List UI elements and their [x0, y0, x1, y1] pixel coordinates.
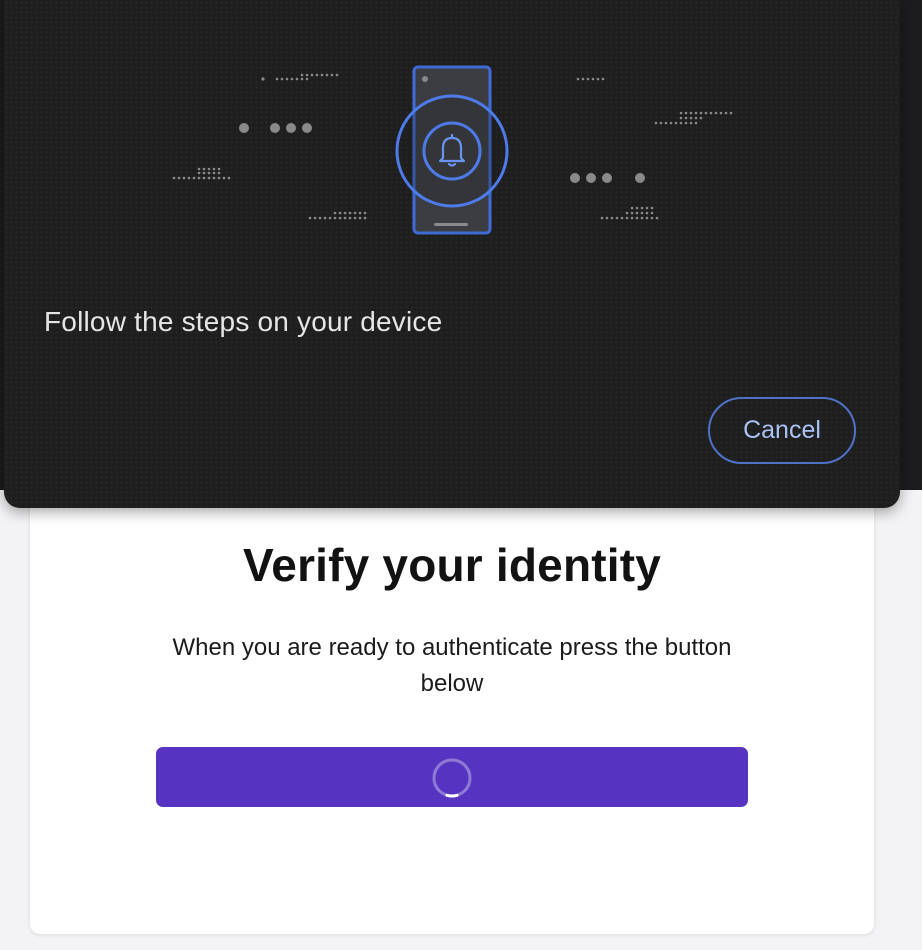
verify-description: When you are ready to authenticate press… — [172, 634, 732, 697]
spinner-icon — [432, 758, 472, 798]
cancel-button[interactable]: Cancel — [708, 397, 856, 464]
device-instruction: Follow the steps on your device — [44, 306, 443, 337]
passkey-dialog: Follow the steps on your device Cancel — [4, 0, 900, 508]
device-illustration — [172, 65, 733, 235]
page-title: Verify your identity — [242, 539, 662, 591]
